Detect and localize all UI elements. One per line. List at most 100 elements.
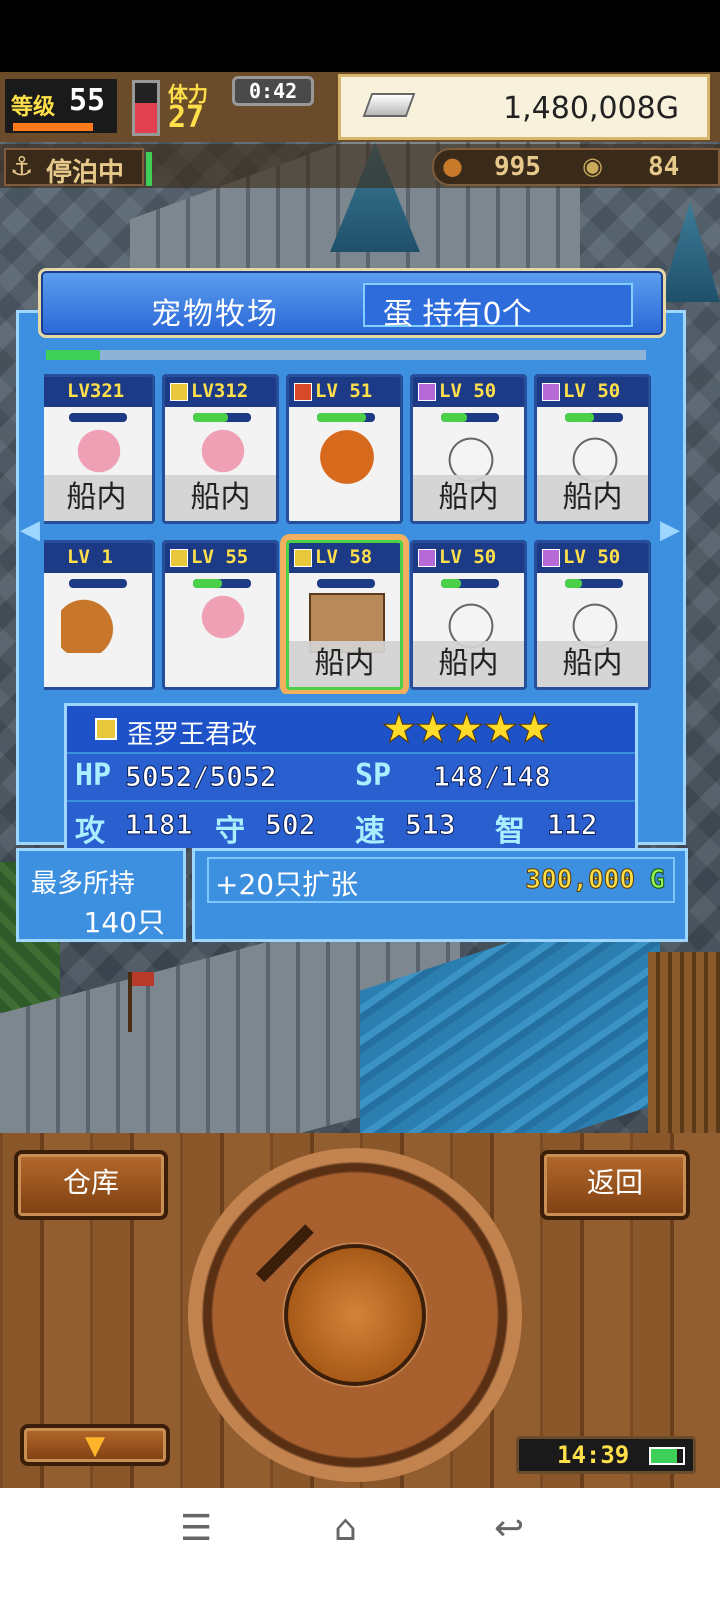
pet-location: 船内 xyxy=(413,641,524,687)
pet-card[interactable]: LV 51 xyxy=(286,374,403,524)
pet-hp-bar xyxy=(69,413,127,422)
scroll-progress-fill xyxy=(46,350,100,360)
dpad-center-button[interactable] xyxy=(284,1244,426,1386)
spd-label: 速 xyxy=(355,814,385,849)
pet-hp-bar xyxy=(317,579,375,588)
scroll-right-icon[interactable]: ▶ xyxy=(660,515,680,545)
pet-hp-bar xyxy=(193,413,251,422)
exp-bar xyxy=(13,123,93,131)
hp-value: 5052/5052 xyxy=(125,760,278,794)
pet-card[interactable]: LV312 船内 xyxy=(162,374,279,524)
pet-card[interactable]: LV321 船内 xyxy=(44,374,155,524)
medal-icon: ◉ xyxy=(582,152,603,180)
battery-icon xyxy=(649,1447,685,1465)
pet-card[interactable]: LV 50 船内 xyxy=(410,540,527,690)
pet-level: LV321 xyxy=(67,380,125,402)
dialog-title: 宠物牧场 xyxy=(151,297,279,332)
thunder-element-icon xyxy=(95,718,117,740)
sp-label: SP xyxy=(355,758,392,793)
pet-card[interactable]: LV 1 xyxy=(44,540,155,690)
status-bar xyxy=(0,0,720,72)
tower-roof xyxy=(660,202,720,302)
pet-card[interactable]: LV 55 xyxy=(162,540,279,690)
purple-element-icon xyxy=(542,549,560,567)
pet-level: LV 51 xyxy=(315,380,373,402)
timer-box: 0:42 xyxy=(232,76,314,106)
scroll-progress xyxy=(46,350,646,360)
atk-value: 1181 xyxy=(124,808,193,842)
stat-row-hp-sp: HP 5052/5052 SP 148/148 xyxy=(67,754,635,800)
thunder-element-icon xyxy=(170,383,188,401)
int-value: 112 xyxy=(547,808,599,842)
pet-hp-bar xyxy=(565,413,623,422)
pet-card[interactable]: LV 58 船内 xyxy=(286,540,403,690)
back-icon[interactable]: ↩ xyxy=(494,1508,524,1549)
fire-element-icon xyxy=(294,383,312,401)
menu-icon[interactable]: ☰ xyxy=(180,1508,212,1549)
dpad[interactable] xyxy=(188,1148,522,1482)
atk-label: 攻 xyxy=(75,814,105,849)
timer: 0:42 xyxy=(249,79,298,103)
pet-level: LV 50 xyxy=(439,546,497,568)
expand-button[interactable]: +20只扩张 300,000 G xyxy=(207,857,675,903)
pet-location: 船内 xyxy=(44,475,152,521)
back-label: 返回 xyxy=(586,1166,643,1199)
level-box: 等级 55 xyxy=(2,76,120,136)
pet-card[interactable]: LV 50 船内 xyxy=(534,540,651,690)
pet-name-row: 歪罗王君改 ★★★★★ xyxy=(67,706,635,753)
triangle-down-icon: ▼ xyxy=(85,1431,105,1461)
level-value: 55 xyxy=(69,83,106,118)
selected-pet-info: 歪罗王君改 ★★★★★ HP 5052/5052 SP 148/148 攻 11… xyxy=(64,703,638,849)
pet-sprite xyxy=(61,593,137,653)
expand-menu-button[interactable]: ▼ xyxy=(20,1424,170,1466)
flag-icon xyxy=(132,972,154,986)
pet-rarity-stars: ★★★★★ xyxy=(380,706,552,753)
pet-level: LV 50 xyxy=(439,380,497,402)
back-button[interactable]: 返回 xyxy=(540,1150,690,1220)
capacity-box: 最多所持 140只 xyxy=(16,848,186,942)
food-icon: ● xyxy=(442,152,463,180)
anchor-icon: ⚓ xyxy=(10,152,34,182)
stamina-fill xyxy=(135,103,157,133)
spd-value: 513 xyxy=(405,808,457,842)
pet-card[interactable]: LV 50 船内 xyxy=(410,374,527,524)
medal-count: 84 xyxy=(648,152,680,182)
sp-value: 148/148 xyxy=(432,760,552,794)
egg-status-box: 蛋 持有0个 xyxy=(363,283,633,332)
int-label: 智 xyxy=(495,814,525,849)
silver-bar-icon xyxy=(362,93,416,117)
pet-level: LV 1 xyxy=(67,546,113,568)
pet-grid: LV321船内LV312船内LV 51LV 50船内LV 50船内船LV 1LV… xyxy=(44,374,656,694)
hp-label: HP xyxy=(75,758,112,793)
dialog-title-bar: 宠物牧场 蛋 持有0个 xyxy=(38,268,666,338)
pet-hp-bar xyxy=(69,579,127,588)
thunder-element-icon xyxy=(170,549,188,567)
pet-location: 船内 xyxy=(165,475,276,521)
pet-sprite xyxy=(185,593,261,653)
thunder-element-icon xyxy=(294,549,312,567)
home-icon[interactable]: ⌂ xyxy=(334,1508,357,1549)
pet-hp-bar xyxy=(565,579,623,588)
pet-hp-bar xyxy=(193,579,251,588)
scroll-left-icon[interactable]: ◀ xyxy=(20,515,40,545)
level-label: 等级 xyxy=(11,95,56,120)
pet-name: 歪罗王君改 xyxy=(127,720,258,750)
def-label: 守 xyxy=(215,814,245,849)
pet-level: LV 58 xyxy=(315,546,373,568)
clock-box: 14:39 xyxy=(516,1436,696,1474)
stamina-gauge xyxy=(132,80,160,136)
pet-location: 船内 xyxy=(289,641,400,687)
def-value: 502 xyxy=(265,808,317,842)
warehouse-label: 仓库 xyxy=(62,1166,119,1199)
purple-element-icon xyxy=(418,549,436,567)
pet-level: LV 50 xyxy=(563,380,621,402)
pet-location: 船内 xyxy=(413,475,524,521)
warehouse-button[interactable]: 仓库 xyxy=(14,1150,168,1220)
pet-hp-bar xyxy=(441,579,499,588)
purple-element-icon xyxy=(418,383,436,401)
expand-label: +20只扩张 xyxy=(215,868,359,901)
pet-location: 船内 xyxy=(537,641,648,687)
system-nav-bar xyxy=(0,1488,720,1600)
pet-card[interactable]: LV 50 船内 xyxy=(534,374,651,524)
resource-box: ● 995 ◉ 84 xyxy=(432,148,720,186)
